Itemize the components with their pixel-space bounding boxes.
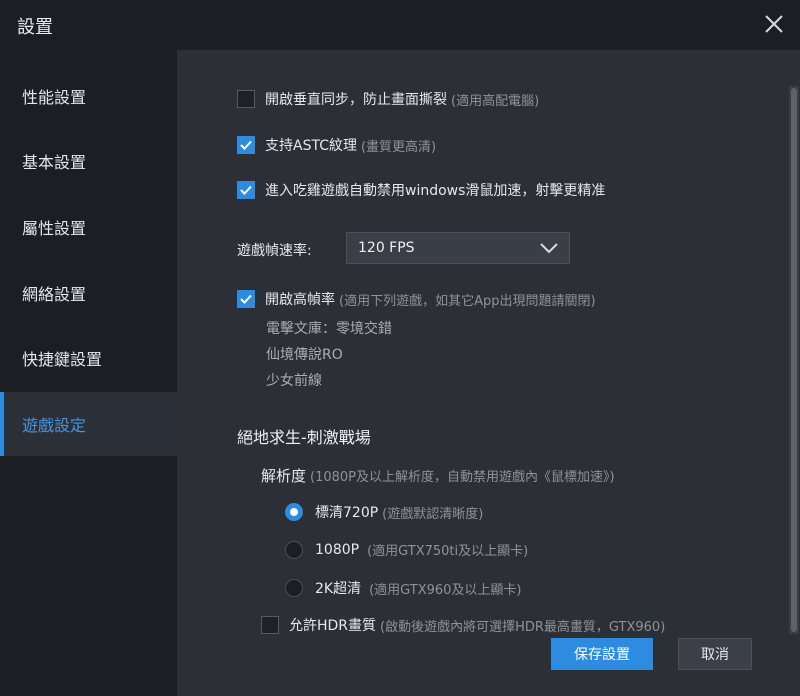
astc-checkbox[interactable] (237, 136, 255, 154)
high-fps-checkbox[interactable] (237, 290, 255, 308)
save-button[interactable]: 保存設置 (551, 638, 653, 670)
hdr-hint: (啟動後遊戲內將可選擇HDR最高畫質，GTX960) (380, 619, 666, 635)
mouse-accel-option: 進入吃雞遊戲自動禁用windows滑鼠加速，射擊更精准 (237, 180, 605, 200)
astc-hint: (畫質更高清) (360, 139, 437, 155)
check-icon (240, 294, 252, 304)
resolution-option-2k[interactable]: 2K超清 (適用GTX960及以上顯卡) (285, 578, 522, 598)
game-list-item: 少女前線 (266, 373, 322, 389)
close-icon[interactable] (760, 10, 788, 38)
vsync-option: 開啟垂直同步，防止畫面撕裂 (適用高配電腦) (237, 89, 539, 109)
sidebar-item-network[interactable]: 網絡設置 (0, 261, 177, 325)
sidebar-item-label: 遊戲設定 (22, 416, 87, 435)
framerate-label-text: 遊戲幀速率: (237, 243, 312, 259)
game-list-item: 電擊文庫：零境交錯 (266, 321, 392, 337)
high-fps-label: 開啟高幀率 (265, 292, 335, 308)
mouse-accel-label: 進入吃雞遊戲自動禁用windows滑鼠加速，射擊更精准 (265, 183, 606, 199)
window-title: 設置 (17, 17, 53, 38)
sidebar-item-performance[interactable]: 性能設置 (0, 64, 177, 128)
section-title: 絕地求生-刺激戰場 (237, 428, 371, 447)
resolution-option-hint: (適用GTX750ti及以上顯卡) (367, 544, 529, 559)
resolution-option-label: 1080P (315, 541, 360, 558)
check-icon (240, 185, 252, 195)
sidebar-item-label: 屬性設置 (22, 219, 87, 238)
resolution-heading: 解析度 (1080P及以上解析度，自動禁用遊戲內《鼠標加速》) (261, 465, 615, 486)
vsync-hint: (適用高配電腦) (451, 93, 540, 109)
sidebar-item-label: 網絡設置 (22, 285, 87, 304)
radio-2k[interactable] (285, 579, 303, 597)
sidebar-item-label: 基本設置 (22, 153, 87, 172)
astc-label: 支持ASTC紋理 (265, 138, 357, 154)
resolution-label: 解析度 (261, 467, 307, 485)
sidebar-item-label: 快捷鍵設置 (22, 350, 103, 369)
scrollbar[interactable] (789, 86, 799, 634)
astc-option: 支持ASTC紋理 (畫質更高清) (237, 135, 436, 155)
framerate-select[interactable]: 120 FPS (346, 232, 570, 264)
vsync-checkbox[interactable] (237, 90, 255, 108)
sidebar-item-label: 性能設置 (22, 88, 87, 107)
hdr-option: 允許HDR畫質 (啟動後遊戲內將可選擇HDR最高畫質，GTX960) (261, 615, 665, 635)
resolution-option-label: 標清720P (315, 505, 379, 521)
framerate-label: 遊戲幀速率: (237, 240, 312, 260)
radio-720p[interactable] (285, 503, 303, 521)
framerate-value: 120 FPS (358, 240, 415, 256)
check-icon (240, 140, 252, 150)
resolution-hint: (1080P及以上解析度，自動禁用遊戲內《鼠標加速》) (310, 470, 615, 485)
high-fps-option: 開啟高幀率 (適用下列遊戲，如其它App出現問題請關閉) (237, 289, 596, 309)
high-fps-hint: (適用下列遊戲，如其它App出現問題請關閉) (339, 293, 596, 309)
radio-1080p[interactable] (285, 540, 303, 559)
hdr-label: 允許HDR畫質 (289, 618, 377, 634)
game-list-item: 仙境傳說RO (266, 347, 343, 363)
title-bar: 設置 (0, 0, 800, 50)
scrollbar-thumb[interactable] (791, 88, 797, 632)
sidebar-item-basic[interactable]: 基本設置 (0, 129, 177, 193)
sidebar-item-properties[interactable]: 屬性設置 (0, 195, 177, 259)
resolution-option-label: 2K超清 (315, 581, 362, 597)
resolution-option-hint: (遊戲默認清晰度) (382, 506, 484, 522)
sidebar-item-game-settings[interactable]: 遊戲設定 (0, 392, 177, 456)
sidebar-item-shortcuts[interactable]: 快捷鍵設置 (0, 326, 177, 390)
chevron-down-icon (540, 243, 558, 254)
sidebar: 性能設置 基本設置 屬性設置 網絡設置 快捷鍵設置 遊戲設定 (0, 50, 177, 696)
cancel-button[interactable]: 取消 (678, 638, 752, 670)
mouse-accel-checkbox[interactable] (237, 181, 255, 199)
resolution-option-1080p[interactable]: 1080P (適用GTX750ti及以上顯卡) (285, 540, 528, 559)
vsync-label: 開啟垂直同步，防止畫面撕裂 (265, 92, 447, 108)
hdr-checkbox[interactable] (261, 616, 279, 634)
resolution-option-hint: (適用GTX960及以上顯卡) (369, 582, 522, 598)
resolution-option-720p[interactable]: 標清720P (遊戲默認清晰度) (285, 502, 483, 522)
